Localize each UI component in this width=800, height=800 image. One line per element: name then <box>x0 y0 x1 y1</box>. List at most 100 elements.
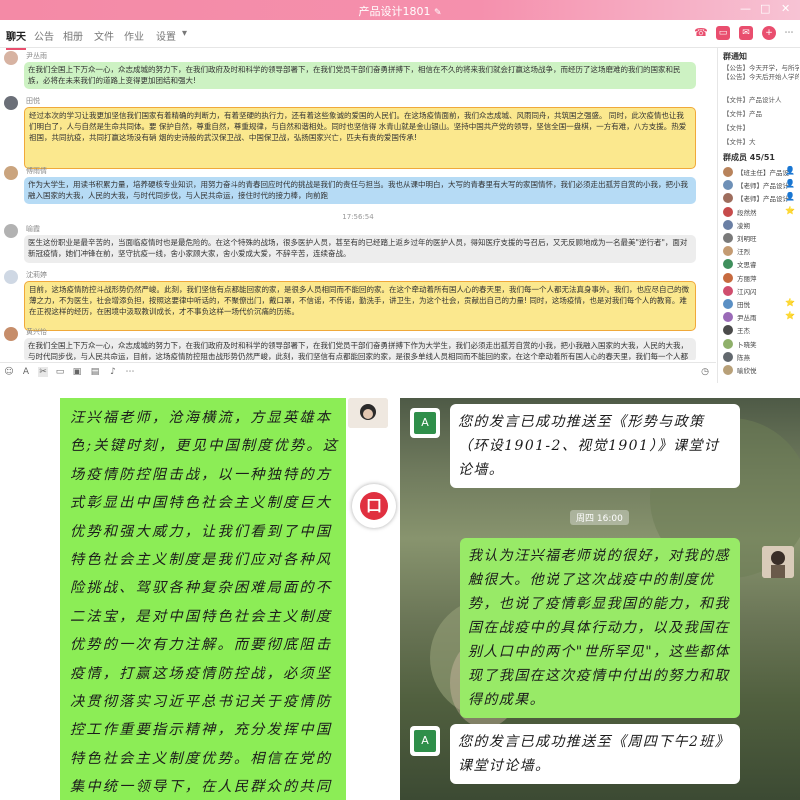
bell-icon[interactable]: ♪ <box>108 367 118 377</box>
tab-chat[interactable]: 聊天 <box>6 28 26 50</box>
message-bubble[interactable]: 目前，这场疫情防控斗战形势仍然严峻。此刻，我们坚信有点都能回家的家，是很多人员相… <box>24 281 696 331</box>
notice-line[interactable]: 【文件】 <box>723 124 799 133</box>
member-item[interactable]: 凌朔 <box>723 219 800 231</box>
member-item[interactable]: 【班主任】产品设 👤 <box>723 166 800 178</box>
avatar[interactable] <box>723 285 733 296</box>
avatar[interactable] <box>723 325 733 336</box>
member-name: 【班主任】产品设 <box>737 169 789 177</box>
emoji-icon[interactable]: ☺ <box>4 367 14 377</box>
star-icon: ⭐ <box>785 298 795 307</box>
avatar[interactable] <box>723 206 733 217</box>
member-item[interactable]: 汪烈 <box>723 245 800 257</box>
avatar[interactable] <box>723 180 733 191</box>
avatar[interactable] <box>4 166 18 180</box>
folder-icon[interactable]: ▭ <box>55 367 65 377</box>
avatar[interactable] <box>4 224 18 238</box>
avatar-photo-icon <box>348 398 388 428</box>
avatar[interactable] <box>4 96 18 110</box>
avatar[interactable] <box>723 167 733 177</box>
member-item[interactable]: 方丽萍 <box>723 272 800 284</box>
more-icon[interactable]: ⋯ <box>125 367 135 377</box>
chevron-down-icon[interactable]: ▾ <box>182 28 187 39</box>
tab-notice[interactable]: 公告 <box>34 28 54 43</box>
member-item[interactable]: 尹丛雨 ⭐ <box>723 311 800 323</box>
member-item[interactable]: 段然然 ⭐ <box>723 206 800 218</box>
history-icon[interactable]: ◷ <box>700 367 710 377</box>
minimize-button[interactable]: — <box>740 2 751 15</box>
maximize-button[interactable]: □ <box>760 2 770 15</box>
my-message-bubble[interactable]: 我认为汪兴福老师说的很好，对我的感触很大。他说了这次战疫中的制度优势，也说了疫情… <box>460 538 740 718</box>
member-item[interactable]: 田悦 ⭐ <box>723 298 800 310</box>
member-item[interactable]: 江闪闪 <box>723 285 800 297</box>
avatar[interactable] <box>723 338 733 349</box>
message-bubble[interactable]: 医生这份职业是最辛苦的，当面临疫情时也是最危险的。在这个特殊的战场，很多医护人员… <box>24 235 696 263</box>
notice-line[interactable]: 【文件】大 <box>723 138 799 147</box>
member-name: 尹丛雨 <box>737 314 757 323</box>
system-message[interactable]: 您的发言已成功推送至《形势与政策（环设1901-2、视觉1901）》课堂讨论墙。 <box>450 404 740 488</box>
add-member-icon[interactable]: + <box>762 26 776 40</box>
avatar[interactable] <box>4 270 18 284</box>
member-item[interactable]: 【老师】产品设计 👤 <box>723 192 800 204</box>
pencil-icon[interactable]: ✎ <box>434 8 442 18</box>
phone-icon[interactable]: ☎ <box>694 26 708 40</box>
avatar[interactable] <box>723 193 733 204</box>
avatar[interactable] <box>723 351 733 362</box>
floating-action-button[interactable]: 口 <box>352 484 396 528</box>
tab-files[interactable]: 文件 <box>94 28 114 43</box>
avatar[interactable] <box>723 365 733 375</box>
avatar[interactable] <box>723 312 733 323</box>
tab-album[interactable]: 相册 <box>63 28 83 43</box>
more-icon[interactable]: ⋯ <box>782 26 796 40</box>
member-item[interactable]: 卜晓笑 <box>723 338 800 350</box>
member-item[interactable]: 王杰 <box>723 324 800 336</box>
member-item[interactable]: 喻欣悦 <box>723 364 800 376</box>
chat-message-list[interactable]: 尹丛雨 在我们全国上下万众一心，众志成城的努力下，在我们政府及时和科学的领导部署… <box>0 48 716 360</box>
group-nav-bar: 聊天 公告 相册 文件 作业 设置 ▾ ☎ ▭ ✉ + ⋯ <box>0 20 800 50</box>
sender-name: 田悦 <box>26 97 40 105</box>
share-screen-icon[interactable]: ▭ <box>716 26 730 40</box>
bot-avatar[interactable]: A <box>410 726 440 756</box>
gallery-icon[interactable]: ▤ <box>90 367 100 377</box>
bot-avatar[interactable]: A <box>410 408 440 438</box>
member-name: 喻欣悦 <box>737 367 757 375</box>
notice-line[interactable]: 【公告】今天开学，与所学生 <box>723 64 799 73</box>
notice-line[interactable]: 【文件】产品 <box>723 110 799 119</box>
tab-homework[interactable]: 作业 <box>124 28 144 43</box>
system-message[interactable]: 您的发言已成功推送至《周四下午2班》课堂讨论墙。 <box>450 724 740 784</box>
close-button[interactable]: ✕ <box>781 2 790 15</box>
message-bubble[interactable]: 在我们全国上下万众一心，众志成城的努力下，在我们政府及时和科学的领导部署下，在我… <box>24 62 696 89</box>
member-item[interactable]: 陈燕 <box>723 351 800 363</box>
message-item: 田悦 经过本次的学习让我更加坚信我们国家有着精确的判断力，有着坚硬的执行力，还有… <box>0 96 716 169</box>
avatar[interactable] <box>348 398 388 428</box>
message-bubble[interactable]: 在我们全国上下万众一心，众志成城的努力下，在我们政府及时和科学的领导部署下，在我… <box>24 338 696 360</box>
avatar-photo-icon <box>762 546 794 578</box>
star-icon: ⭐ <box>785 205 795 215</box>
avatar[interactable] <box>723 246 733 257</box>
members-title: 群成员 45/51 <box>723 153 775 162</box>
member-name: 刘明旺 <box>737 235 757 243</box>
message-bubble[interactable]: 经过本次的学习让我更加坚信我们国家有着精确的判断力，有着坚硬的执行力，还有着这些… <box>24 107 696 169</box>
scissors-icon[interactable]: ✂ <box>38 367 48 377</box>
avatar[interactable] <box>723 219 733 230</box>
member-item[interactable]: 刘明旺 <box>723 232 800 244</box>
avatar[interactable] <box>723 272 733 283</box>
avatar[interactable] <box>723 259 733 270</box>
avatar[interactable] <box>4 327 18 341</box>
tasks-icon[interactable]: ✉ <box>739 26 753 40</box>
message-bubble[interactable]: 作为大学生，用读书积累力量，培养硬核专业知识，用努力奋斗的青春回应时代的挑战是我… <box>24 177 696 204</box>
avatar[interactable] <box>723 299 733 309</box>
avatar[interactable] <box>723 233 733 243</box>
image-icon[interactable]: ▣ <box>72 367 82 377</box>
avatar[interactable] <box>4 51 18 65</box>
star-icon: ⭐ <box>785 311 795 321</box>
notice-line[interactable]: 【公告】今天后开始人学的通知, <box>723 73 799 82</box>
font-icon[interactable]: A <box>21 367 31 377</box>
member-name: 方丽萍 <box>737 274 757 283</box>
record-icon: 口 <box>360 492 388 520</box>
tab-settings[interactable]: 设置 <box>156 28 176 43</box>
member-item[interactable]: 【老师】产品设计 👤 <box>723 179 800 191</box>
notice-line[interactable]: 【文件】产品设计人 <box>723 96 799 105</box>
member-item[interactable]: 文思睿 <box>723 258 800 270</box>
member-name: 卜晓笑 <box>737 340 757 349</box>
avatar[interactable] <box>762 546 794 578</box>
